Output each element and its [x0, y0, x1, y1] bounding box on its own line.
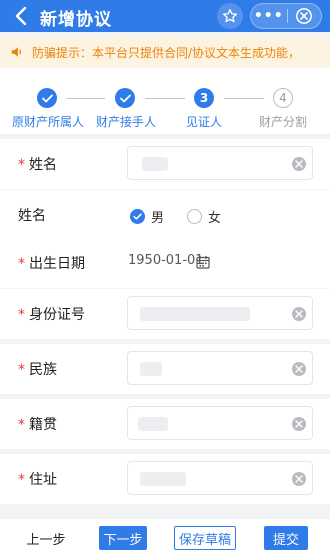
ethnicity-label: 民族: [29, 362, 57, 378]
step-1-label: 原财产所属人: [12, 115, 85, 129]
clear-icon[interactable]: [292, 362, 306, 376]
mini-program-capsule: •••: [250, 3, 322, 29]
id-number-input[interactable]: [127, 296, 313, 330]
form-row-ethnicity: * 民族: [0, 344, 330, 394]
clear-icon[interactable]: [292, 472, 306, 486]
star-icon[interactable]: [217, 3, 243, 29]
redacted-value: [142, 157, 168, 171]
address-input[interactable]: [127, 461, 313, 495]
submit-button[interactable]: 提交: [264, 526, 308, 550]
notice-text: 防骗提示：本平台只提供合同/协议文本生成功能，: [32, 45, 301, 60]
step-1-check-icon: [37, 88, 57, 108]
redacted-value: [138, 417, 168, 431]
gender-label: 姓名: [18, 208, 46, 224]
prev-step-button[interactable]: 上一步: [18, 526, 74, 550]
form-row-name: * 姓名: [0, 139, 330, 189]
step-connector: [224, 98, 264, 99]
radio-unchecked-icon: [187, 209, 202, 224]
back-arrow-icon[interactable]: [12, 6, 30, 26]
redacted-value: [140, 472, 186, 486]
name-label: 姓名: [29, 157, 57, 173]
step-connector: [67, 98, 105, 99]
gender-option-female[interactable]: 女: [187, 207, 221, 226]
required-mark: *: [18, 256, 25, 272]
save-draft-button[interactable]: 保存草稿: [174, 526, 236, 550]
ethnicity-input[interactable]: [127, 351, 313, 385]
nav-header: 新增协议 •••: [0, 0, 330, 32]
step-4-label: 财产分割: [259, 115, 308, 129]
required-mark: *: [18, 307, 25, 323]
radio-checked-icon: [130, 209, 145, 224]
progress-steps: 3 4 原财产所属人 财产接手人 见证人 财产分割: [0, 68, 330, 134]
bottom-action-bar: 上一步 下一步 保存草稿 提交: [0, 519, 330, 550]
fraud-notice-bar: 防骗提示：本平台只提供合同/协议文本生成功能，: [0, 37, 330, 67]
native-place-label: 籍贯: [29, 417, 57, 433]
calendar-icon[interactable]: [196, 255, 210, 269]
speaker-icon: [11, 47, 22, 57]
form-row-id-number: * 身份证号: [0, 289, 330, 339]
redacted-value: [140, 307, 250, 321]
step-connector: [145, 98, 185, 99]
step-4-number: 4: [273, 88, 293, 108]
birth-date-value[interactable]: 1950-01-01: [128, 253, 204, 268]
gender-male-label: 男: [151, 211, 165, 226]
field-label: * 籍贯: [18, 414, 57, 434]
address-label: 住址: [29, 472, 57, 488]
native-place-input[interactable]: [127, 406, 313, 440]
required-mark: *: [18, 362, 25, 378]
form-row-native-place: * 籍贯: [0, 399, 330, 449]
id-number-label: 身份证号: [29, 307, 85, 323]
field-label: * 出生日期: [18, 253, 85, 273]
redacted-value: [140, 362, 162, 376]
form-row-address: * 住址: [0, 454, 330, 504]
page-title: 新增协议: [40, 10, 112, 30]
more-icon[interactable]: •••: [251, 4, 287, 28]
required-mark: *: [18, 472, 25, 488]
next-step-button[interactable]: 下一步: [99, 526, 147, 550]
step-3-number: 3: [194, 88, 214, 108]
birth-label: 出生日期: [29, 256, 85, 272]
gender-female-label: 女: [208, 211, 222, 226]
field-label: * 姓名: [18, 154, 57, 174]
form-row-gender: 姓名 男 女: [0, 190, 330, 240]
field-label: * 住址: [18, 469, 57, 489]
field-label: * 民族: [18, 359, 57, 379]
clear-icon[interactable]: [292, 307, 306, 321]
field-label: * 身份证号: [18, 304, 85, 324]
step-2-check-icon: [115, 88, 135, 108]
form-row-birth-date: * 出生日期 1950-01-01: [0, 238, 330, 288]
required-mark: *: [18, 157, 25, 173]
close-circle-icon[interactable]: [287, 4, 321, 28]
step-3-label: 见证人: [186, 115, 223, 129]
clear-icon[interactable]: [292, 417, 306, 431]
gender-option-male[interactable]: 男: [130, 207, 164, 226]
step-2-label: 财产接手人: [96, 115, 157, 129]
clear-icon[interactable]: [292, 157, 306, 171]
required-mark: *: [18, 417, 25, 433]
name-input[interactable]: [127, 146, 313, 180]
